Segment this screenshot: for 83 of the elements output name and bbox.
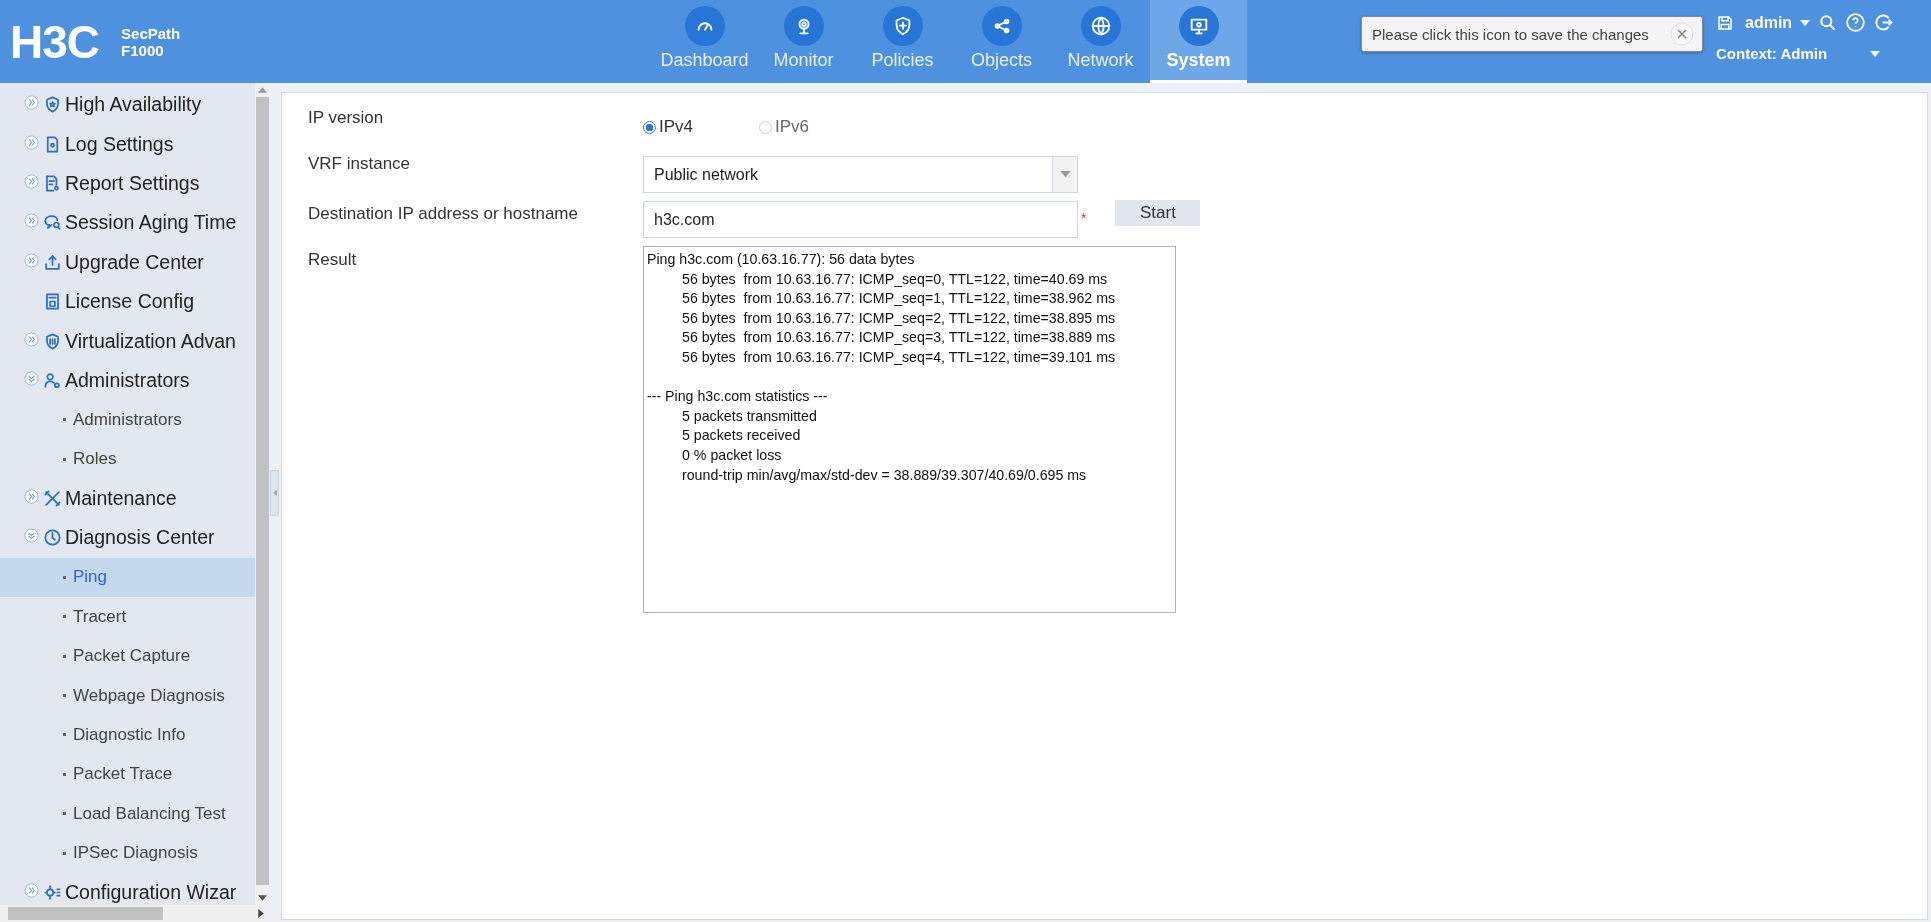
expand-icon[interactable]: [24, 173, 39, 189]
field-label: VRF instance: [308, 154, 412, 175]
license-icon: [43, 292, 62, 312]
result-line: 0 % packet loss: [682, 445, 782, 465]
result-line: 5 packets transmitted: [682, 406, 817, 426]
upload-icon: [43, 252, 62, 272]
scroll-thumb[interactable]: [8, 907, 163, 920]
destination-input[interactable]: h3c.com: [643, 201, 1078, 238]
result-line: 56 bytes from 10.63.16.77: ICMP_seq=2, TTL=122, time=38.895 ms: [682, 308, 1116, 328]
dropdown-arrow-icon[interactable]: [1059, 171, 1071, 178]
menu-item[interactable]: Session Aging Time: [0, 203, 255, 243]
radio-option[interactable]: IPv6: [759, 117, 810, 137]
user-gear-icon: [43, 370, 62, 390]
expand-icon[interactable]: [24, 489, 39, 505]
radio-button[interactable]: [759, 120, 773, 134]
menu-item[interactable]: Upgrade Center: [0, 242, 255, 282]
scrollbar[interactable]: [255, 83, 270, 905]
radio-option[interactable]: IPv4: [643, 117, 694, 137]
submenu-item[interactable]: Packet Trace: [0, 754, 255, 795]
submenu-item[interactable]: Load Balancing Test: [0, 794, 255, 834]
product-model: F1000: [121, 41, 165, 59]
horizontal-scrollbar[interactable]: [0, 905, 270, 922]
globe-icon: [1089, 15, 1112, 37]
tooltip-text: Please click this icon to save the changes: [1372, 25, 1649, 43]
menu-item[interactable]: Diagnosis Center: [0, 518, 255, 558]
help-icon[interactable]: [1845, 12, 1867, 33]
field-label: Result: [308, 250, 358, 271]
submenu-item[interactable]: Roles: [0, 439, 255, 479]
menu-item[interactable]: License Config: [0, 281, 255, 322]
result-line: 5 packets received: [682, 426, 801, 446]
vrf-dropdown[interactable]: Public network: [643, 156, 1078, 193]
expand-icon[interactable]: [24, 883, 39, 898]
submenu-item[interactable]: Tracert: [0, 597, 255, 637]
result-line: Ping h3c.com (10.63.16.77): 56 data bytes: [647, 250, 915, 269]
collapse-icon[interactable]: [24, 370, 39, 386]
collapse-arrow-icon[interactable]: [272, 488, 277, 497]
tools-icon: [43, 489, 62, 509]
logo: H3C: [10, 14, 100, 69]
submenu-item[interactable]: Packet Capture: [0, 636, 255, 676]
scroll-thumb[interactable]: [256, 97, 269, 885]
expand-icon[interactable]: [24, 252, 39, 268]
menu-item[interactable]: Maintenance: [0, 478, 255, 519]
menu-item[interactable]: Log Settings: [0, 124, 255, 164]
menu-item[interactable]: Report Settings: [0, 163, 255, 204]
submenu-item[interactable]: Ping: [0, 557, 255, 598]
result-line: 56 bytes from 10.63.16.77: ICMP_seq=4, TTL=122, time=39.101 ms: [682, 347, 1116, 367]
menu-item[interactable]: Configuration Wizar: [0, 872, 255, 905]
gear-icon: [43, 883, 62, 902]
submenu-item[interactable]: Administrators: [0, 400, 255, 440]
result-area[interactable]: [643, 246, 1176, 613]
save-icon[interactable]: [1716, 13, 1734, 32]
menu-item[interactable]: Administrators: [0, 360, 255, 401]
menu-item[interactable]: Virtualization Advan: [0, 321, 255, 361]
field-label: IP version: [308, 108, 385, 129]
expand-icon[interactable]: [24, 95, 39, 111]
chat-search-icon: [43, 213, 62, 233]
collapse-icon[interactable]: [24, 528, 39, 544]
close-icon[interactable]: [1670, 22, 1694, 46]
required-mark: *: [1081, 210, 1087, 224]
field-label: Destination IP address or hostname: [308, 204, 579, 225]
result-line: 56 bytes from 10.63.16.77: ICMP_seq=1, TTL=122, time=38.962 ms: [682, 289, 1116, 309]
result-line: --- Ping h3c.com statistics ---: [647, 387, 828, 407]
submenu-item[interactable]: Webpage Diagnosis: [0, 675, 255, 716]
scroll-up-icon[interactable]: [258, 87, 267, 93]
result-line: 56 bytes from 10.63.16.77: ICMP_seq=3, TTL=122, time=38.889 ms: [682, 328, 1116, 348]
shield-icon: [43, 331, 62, 351]
menu-item[interactable]: High Availability: [0, 85, 255, 125]
logout-icon[interactable]: [1873, 12, 1895, 33]
start-button[interactable]: Start: [1115, 200, 1201, 226]
shield-icon: [43, 95, 62, 115]
expand-icon[interactable]: [24, 213, 39, 229]
document-gear-icon: [43, 173, 62, 193]
radio-button[interactable]: [643, 120, 656, 134]
result-line: round-trip min/avg/max/std-dev = 38.889/39.307/40.69/0.695 ms: [682, 465, 1087, 485]
result-line: 56 bytes from 10.63.16.77: ICMP_seq=0, TTL=122, time=40.69 ms: [682, 269, 1108, 289]
scroll-right-icon[interactable]: [258, 909, 264, 918]
collapse-handle[interactable]: [270, 469, 279, 516]
submenu-item[interactable]: Diagnostic Info: [0, 715, 255, 755]
expand-icon[interactable]: [24, 134, 39, 150]
scroll-down-icon[interactable]: [258, 895, 267, 901]
submenu-item[interactable]: IPSec Diagnosis: [0, 833, 255, 873]
expand-icon[interactable]: [24, 331, 39, 347]
product-name: SecPath: [121, 24, 181, 42]
